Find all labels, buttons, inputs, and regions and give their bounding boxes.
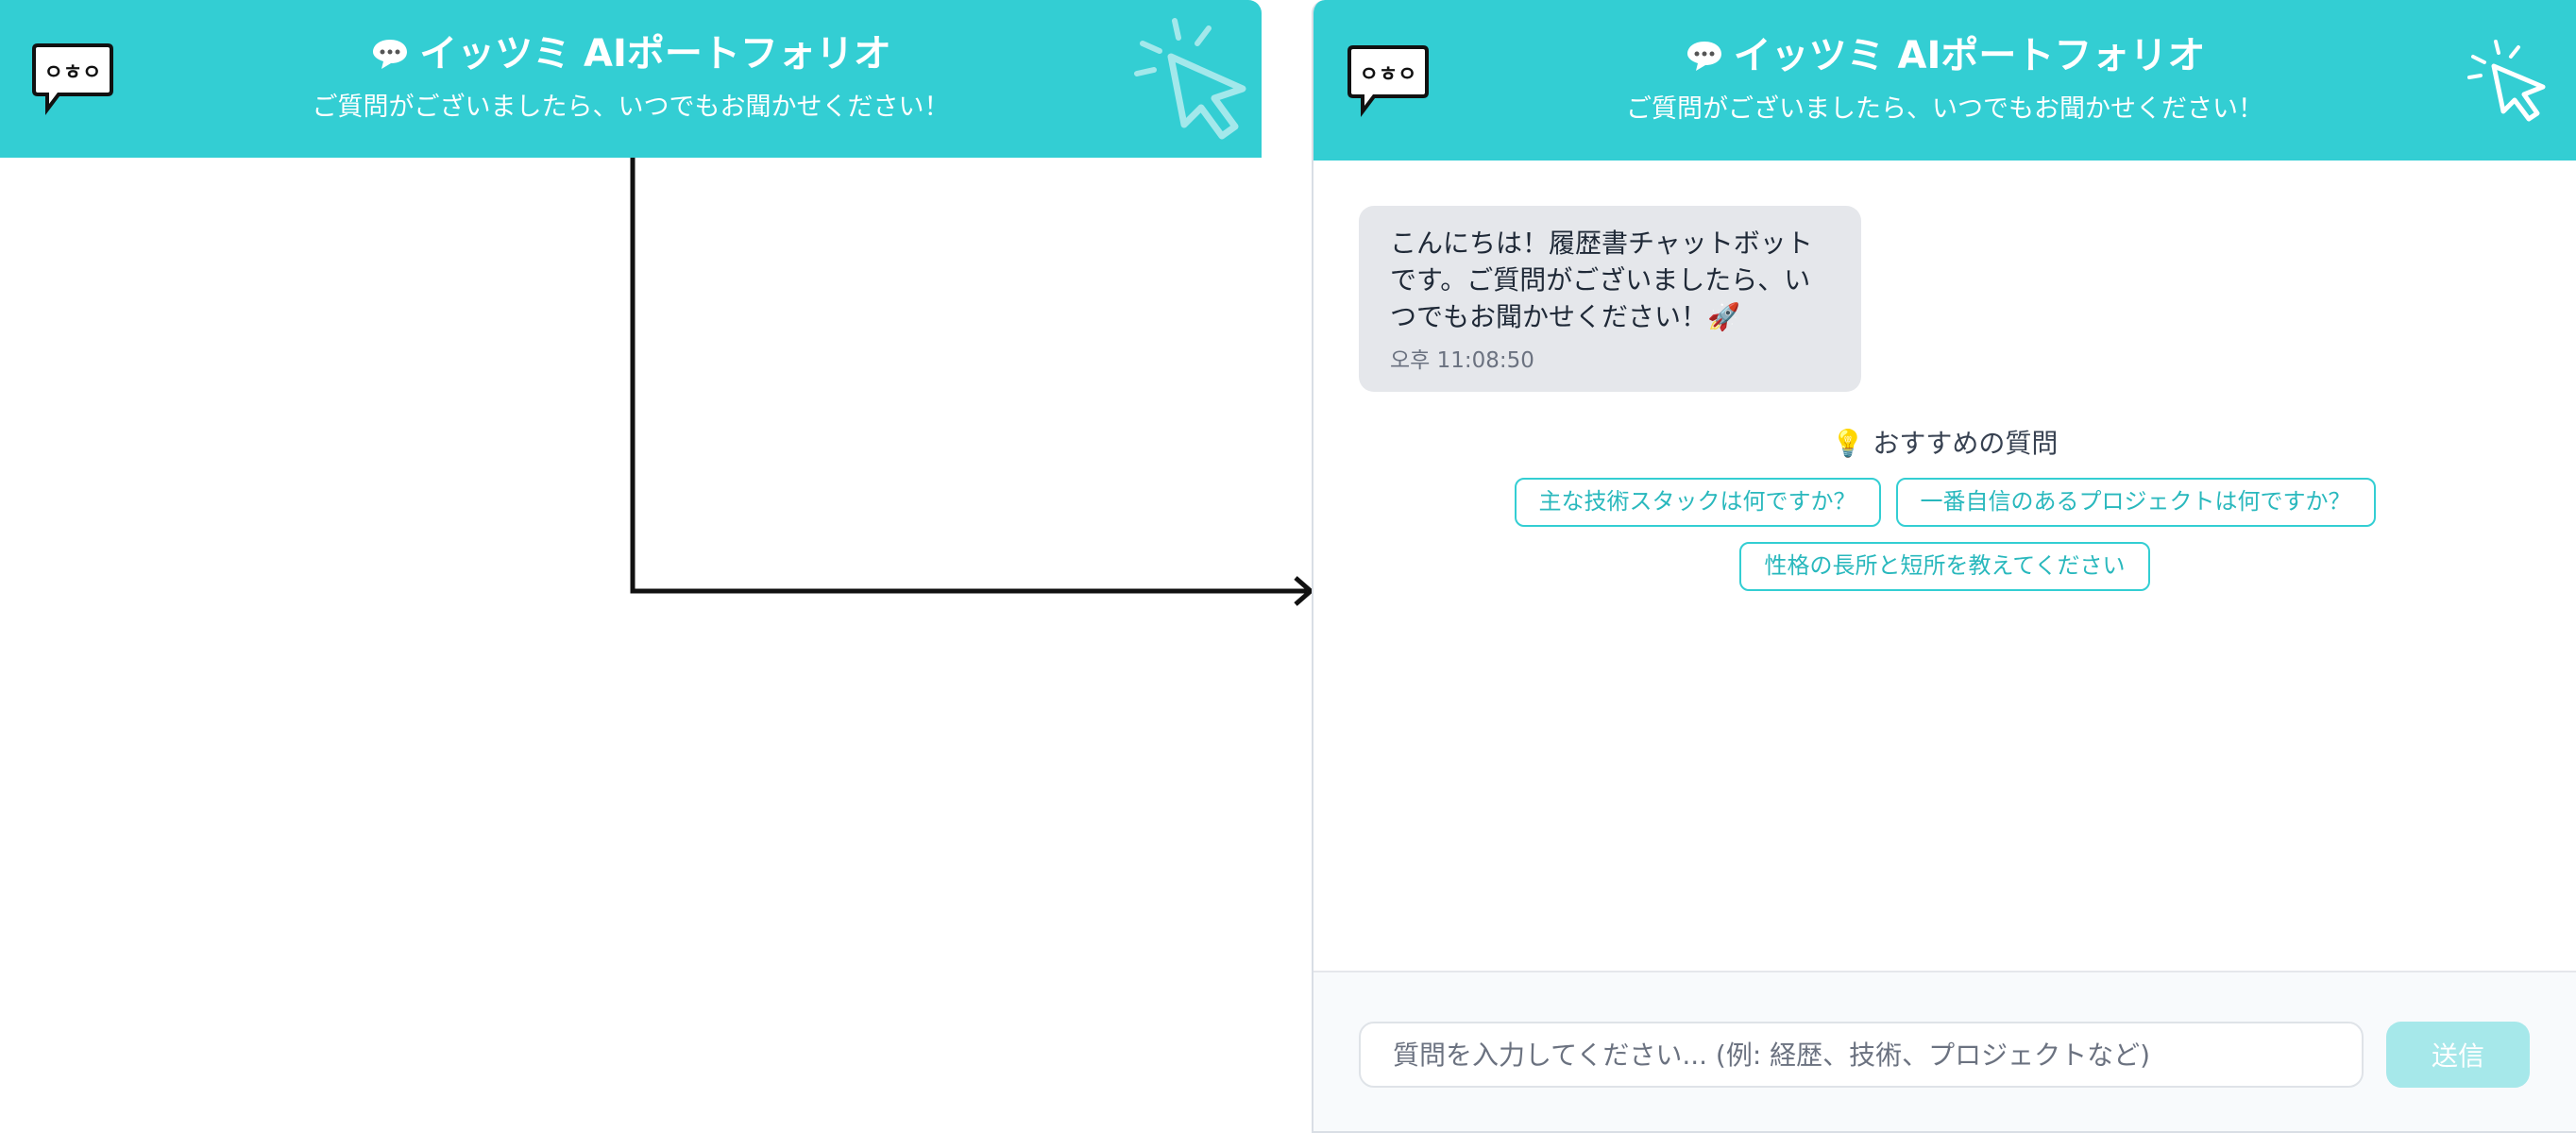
suggestion-chips: 主な技術スタックは何ですか？ 一番自信のあるプロジェクトは何ですか？ 性格の長所… — [1313, 478, 2576, 606]
bot-message: こんにちは！履歴書チャットボットです。ご質問がございましたら、いつでもお聞かせく… — [1359, 206, 1861, 392]
suggestion-chip-tech-stack[interactable]: 主な技術スタックは何ですか？ — [1514, 478, 1881, 527]
chat-window: ㅇㅎㅇ イッツミ AIポートフォリオ ご質問がございましたら、いつでもお聞かせく… — [1312, 0, 2576, 1133]
header-title-text: イッツミ AIポートフォリオ — [1733, 33, 2206, 77]
message-timestamp: 오후 11:08:50 — [1390, 348, 1534, 373]
speech-bubble-icon — [1686, 41, 1721, 71]
suggestion-chip-best-project[interactable]: 一番自信のあるプロジェクトは何ですか？ — [1895, 478, 2376, 527]
header-title: イッツミ AIポートフォリオ — [370, 35, 891, 73]
send-button[interactable]: 送信 — [2386, 1022, 2530, 1088]
svg-text:ㅇㅎㅇ: ㅇㅎㅇ — [44, 61, 102, 85]
header-subtitle: ご質問がございましたら、いつでもお聞かせください！ — [1626, 93, 2263, 124]
header-title: イッツミ AIポートフォリオ — [1685, 33, 2206, 77]
chat-header: ㅇㅎㅇ イッツミ AIポートフォリオ ご質問がございましたら、いつでもお聞かせく… — [1313, 0, 2576, 161]
header-title-text: イッツミ AIポートフォリオ — [419, 32, 891, 76]
speech-bubble-icon — [373, 40, 408, 69]
message-list: こんにちは！履歴書チャットボットです。ご質問がございましたら、いつでもお聞かせく… — [1313, 161, 2576, 971]
suggestion-chip-personality[interactable]: 性格の長所と短所を教えてください — [1739, 542, 2150, 591]
click-cursor-icon — [2467, 40, 2546, 122]
bot-message-text: こんにちは！履歴書チャットボットです。ご質問がございましたら、いつでもお聞かせく… — [1390, 228, 1813, 332]
click-cursor-icon — [1134, 18, 1246, 140]
question-input[interactable] — [1359, 1022, 2364, 1088]
left-chat-header: ㅇㅎㅇ イッツミ AIポートフォリオ ご質問がございましたら、いつでもお聞かせく… — [0, 0, 1262, 158]
input-bar: 送信 — [1313, 971, 2576, 1131]
svg-text:ㅇㅎㅇ: ㅇㅎㅇ — [1360, 63, 1417, 87]
logo-icon: ㅇㅎㅇ — [1347, 45, 1429, 117]
logo-icon: ㅇㅎㅇ — [32, 43, 113, 115]
header-subtitle: ご質問がございましたら、いつでもお聞かせください！ — [312, 93, 950, 122]
suggestions-title: 💡 おすすめの質問 — [1831, 428, 2059, 459]
